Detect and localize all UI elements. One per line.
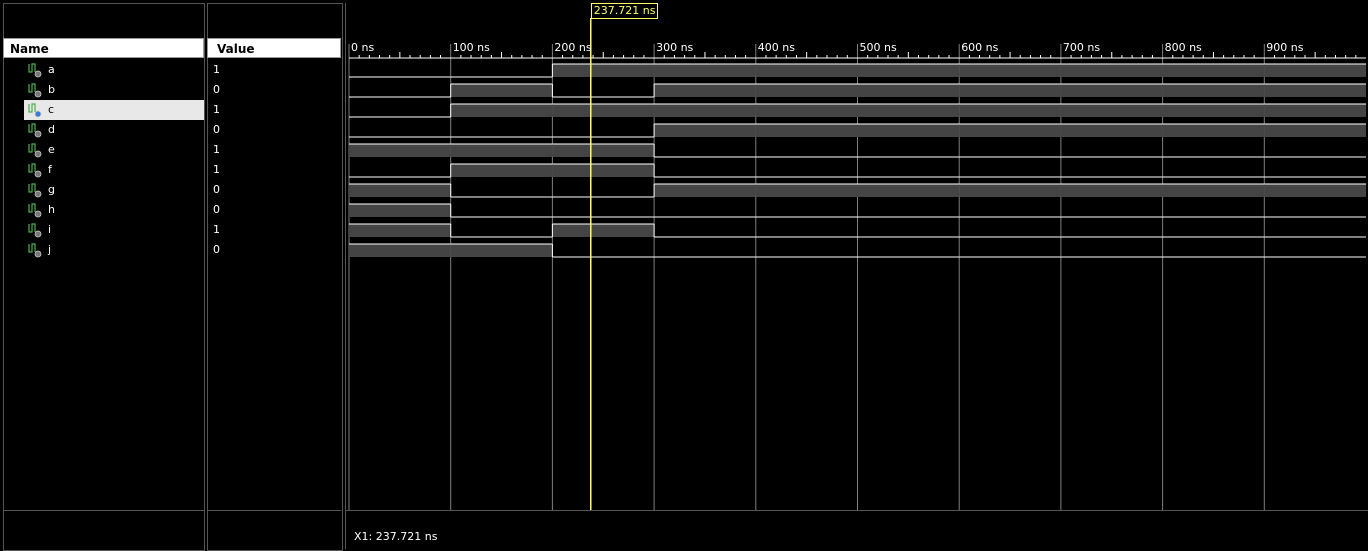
wave-high-segment [552,144,655,157]
wave-high-segment [450,84,553,97]
wave-high-segment [857,184,960,197]
wave-high-segment [654,64,756,77]
wave-high-segment [755,104,858,117]
ruler-tick-label: 600 ns [961,41,999,54]
wave-high-segment [450,164,553,177]
wave-high-segment [1060,104,1163,117]
waveform-canvas[interactable] [0,0,1368,551]
wave-high-segment [1264,64,1366,77]
wave-high-segment [755,124,858,137]
wave-high-segment [959,64,1061,77]
wave-high-segment [654,84,756,97]
ruler-tick-label: 0 ns [351,41,375,54]
ruler-tick-label: 300 ns [656,41,694,54]
ruler-tick-label: 100 ns [452,41,490,54]
wave-high-segment [1264,184,1366,197]
wave-high-segment [959,104,1061,117]
wave-high-segment [1060,184,1163,197]
wave-high-segment [654,124,756,137]
wave-high-segment [1060,84,1163,97]
ruler-tick-label: 400 ns [757,41,795,54]
ruler-tick-label: 200 ns [554,41,592,54]
wave-high-segment [349,204,451,217]
wave-high-segment [1060,64,1163,77]
wave-high-segment [1162,64,1265,77]
wave-high-segment [857,124,960,137]
wave-high-segment [349,224,451,237]
wave-high-segment [1162,84,1265,97]
ruler-tick-label: 500 ns [859,41,897,54]
wave-high-segment [857,64,960,77]
wave-high-segment [349,184,451,197]
wave-high-segment [857,104,960,117]
ruler-tick-label: 900 ns [1266,41,1304,54]
wave-high-segment [450,144,553,157]
ruler-tick-label: 700 ns [1062,41,1101,54]
wave-high-segment [552,164,655,177]
wave-high-segment [1162,184,1265,197]
wave-high-segment [959,184,1061,197]
cursor-status-readout: X1: 237.721 ns [354,530,438,543]
wave-high-segment [755,84,858,97]
wave-high-segment [450,104,553,117]
ruler-tick-label: 800 ns [1164,41,1202,54]
wave-high-segment [1264,104,1366,117]
wave-high-segment [552,104,655,117]
wave-high-segment [755,184,858,197]
wave-high-segment [654,184,756,197]
wave-high-segment [654,104,756,117]
wave-high-segment [1162,124,1265,137]
wave-high-segment [1264,124,1366,137]
wave-high-segment [1162,104,1265,117]
wave-high-segment [857,84,960,97]
wave-high-segment [755,64,858,77]
wave-high-segment [552,224,655,237]
cursor-time-label[interactable]: 237.721 ns [590,3,659,19]
wave-high-segment [1060,124,1163,137]
wave-high-segment [552,64,655,77]
wave-high-segment [959,124,1061,137]
wave-high-segment [959,84,1061,97]
wave-high-segment [349,144,451,157]
wave-high-segment [1264,84,1366,97]
wave-high-segment [349,244,451,257]
wave-high-segment [450,244,553,257]
